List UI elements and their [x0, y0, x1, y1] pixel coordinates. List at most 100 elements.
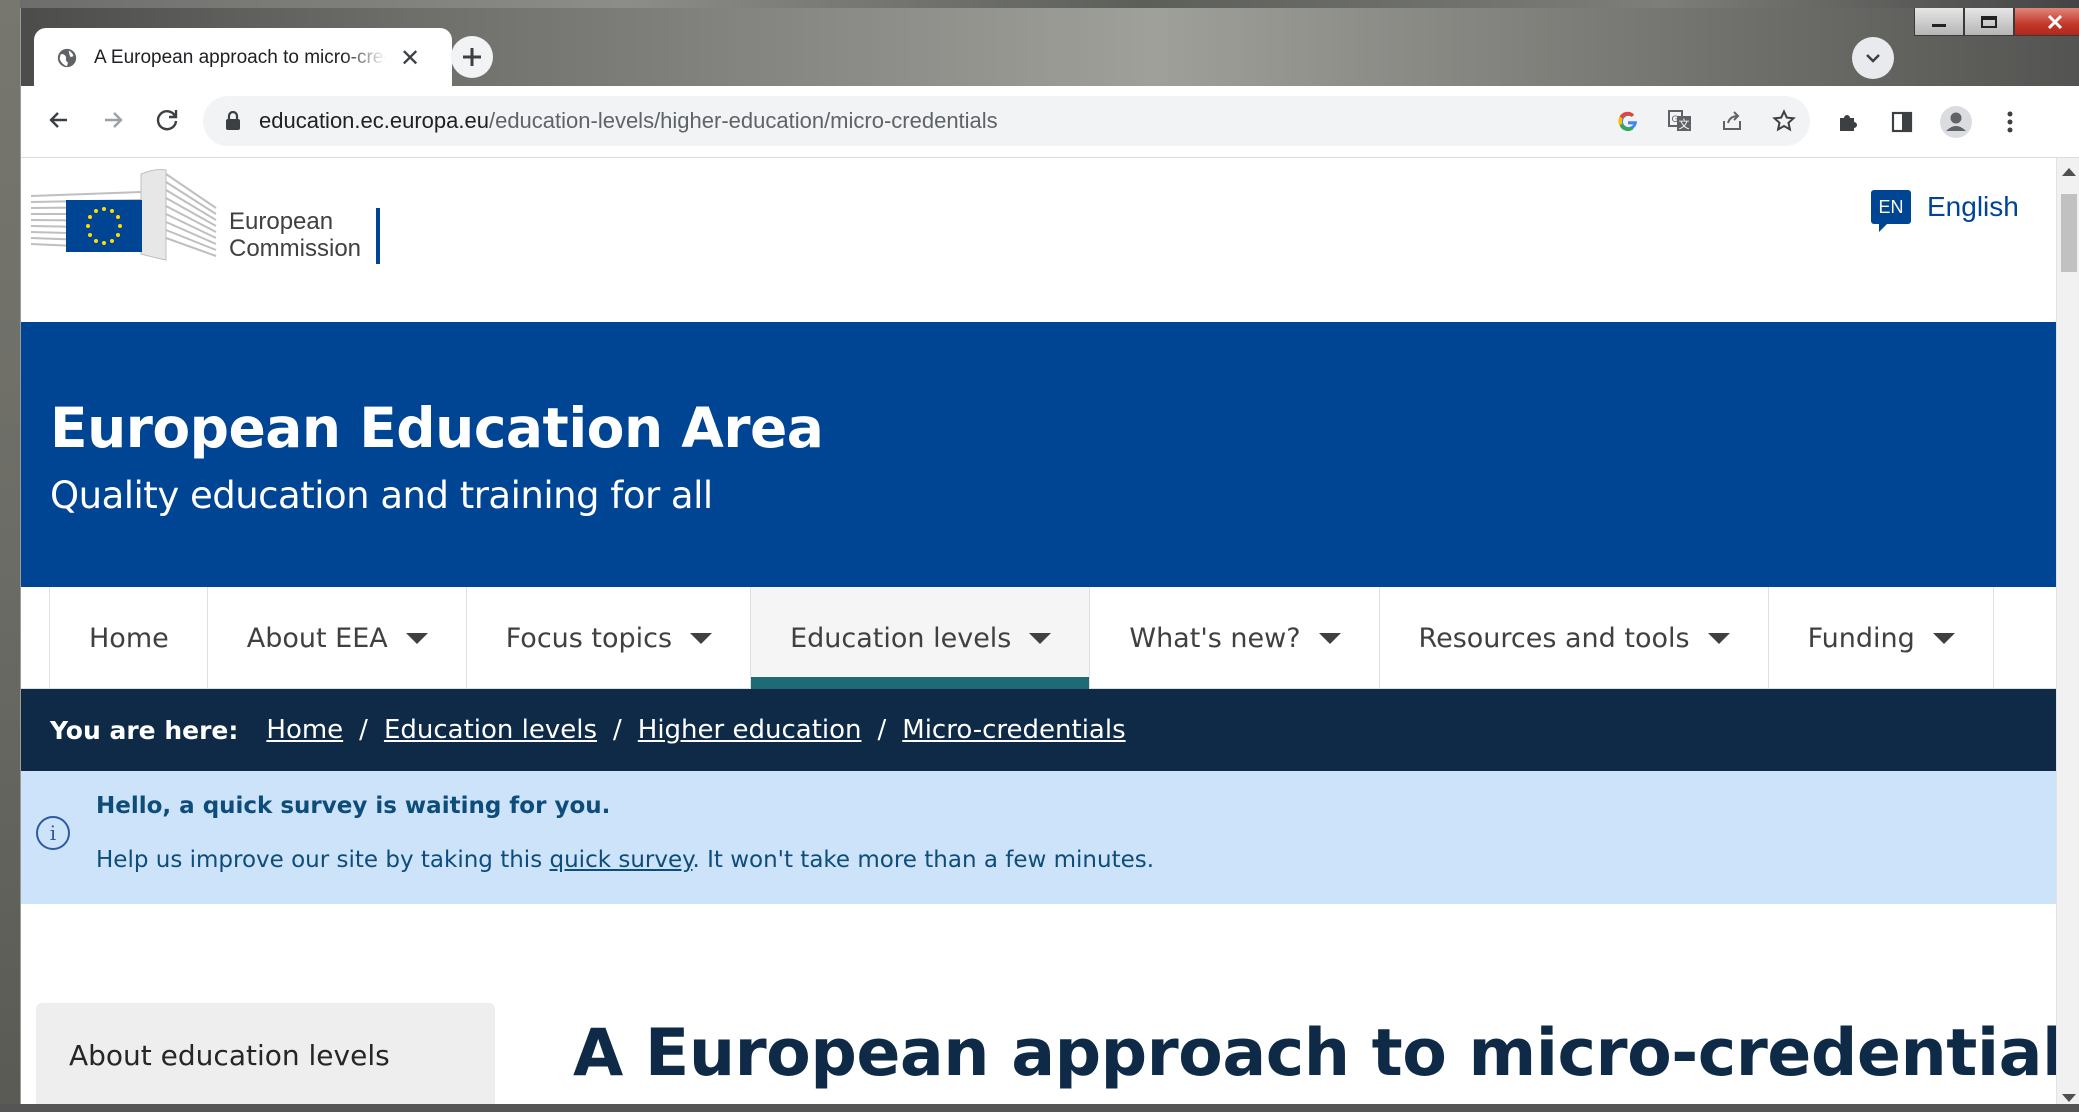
share-button[interactable]	[1706, 96, 1758, 146]
ec-logo-text: European Commission	[229, 208, 361, 262]
language-label: English	[1927, 191, 2019, 222]
breadcrumb: You are here: Home / Education levels / …	[21, 689, 2056, 771]
menu-item-focus-topics[interactable]: Focus topics	[467, 587, 752, 689]
share-icon	[1723, 111, 1741, 130]
reload-icon	[156, 110, 178, 131]
main-menu-items: Home About EEA Focus topics Education le…	[49, 587, 1994, 689]
lock-icon	[226, 111, 240, 130]
breadcrumb-label: You are here:	[50, 715, 239, 745]
google-lens-button[interactable]	[1602, 96, 1654, 146]
menu-item-label: Funding	[1807, 622, 1915, 654]
browser-window: A European approach to micro-credentials…	[20, 8, 2079, 1112]
logo-divider	[376, 208, 380, 264]
sidebar-nav: About education levels	[36, 1003, 495, 1112]
star-icon	[1772, 109, 1796, 132]
page-viewport: European Commission EN English European …	[21, 158, 2056, 1112]
european-commission-logo[interactable]: European Commission	[31, 164, 411, 264]
menu-item-funding[interactable]: Funding	[1769, 587, 1994, 689]
chevron-down-icon	[1866, 54, 1880, 63]
site-header: European Commission EN English	[21, 158, 2056, 322]
menu-item-label: Resources and tools	[1418, 622, 1690, 654]
notice-text: Help us improve our site by taking this …	[96, 847, 1154, 873]
info-icon: i	[36, 816, 70, 850]
tab-strip: A European approach to micro-credentials…	[21, 8, 2079, 88]
menu-item-about-eea[interactable]: About EEA	[208, 587, 467, 689]
scroll-up-arrow-icon[interactable]	[2062, 168, 2076, 176]
address-bar[interactable]: education.ec.europa.eu/education-levels/…	[203, 96, 1810, 146]
menu-item-label: Home	[89, 622, 169, 654]
breadcrumb-link-micro-credentials[interactable]: Micro-credentials	[902, 715, 1125, 745]
desktop-background-left	[0, 0, 20, 1112]
sidebar-item-about-education-levels[interactable]: About education levels	[69, 1039, 390, 1072]
profile-button[interactable]	[1929, 100, 1983, 144]
close-tab-icon[interactable]: ✕	[400, 44, 420, 73]
caret-down-icon	[1029, 632, 1052, 644]
language-selector[interactable]: EN English	[1871, 190, 2019, 232]
breadcrumb-separator: /	[359, 715, 368, 745]
window-controls	[1914, 8, 2079, 42]
maximize-button[interactable]	[1964, 8, 2014, 36]
google-icon	[1618, 111, 1637, 132]
main-menu: Home About EEA Focus topics Education le…	[21, 587, 2056, 689]
menu-item-label: About EEA	[246, 622, 388, 654]
site-banner: European Education Area Quality educatio…	[21, 322, 2056, 587]
close-window-button[interactable]	[2014, 8, 2079, 36]
translate-button[interactable]: 文 G	[1654, 96, 1706, 146]
translate-icon: 文 G	[1668, 110, 1691, 131]
menu-item-label: Education levels	[790, 622, 1012, 654]
globe-icon	[57, 48, 77, 68]
arrow-left-icon	[49, 112, 67, 128]
forward-button[interactable]	[93, 100, 133, 140]
side-panel-button[interactable]	[1875, 100, 1929, 144]
window-bottom-edge	[0, 1104, 2079, 1112]
minimize-icon	[1932, 23, 1946, 27]
site-title[interactable]: European Education Area	[50, 396, 824, 460]
quick-survey-link[interactable]: quick survey	[550, 847, 693, 873]
url-text: education.ec.europa.eu/education-levels/…	[259, 108, 998, 134]
menu-item-label: What's new?	[1129, 622, 1301, 654]
extensions-button[interactable]	[1821, 100, 1875, 144]
plus-icon	[463, 48, 481, 66]
maximize-icon	[1981, 15, 1997, 28]
breadcrumb-link-home[interactable]: Home	[266, 715, 343, 745]
menu-button[interactable]	[1983, 100, 2037, 144]
new-tab-button[interactable]	[451, 36, 493, 78]
bookmark-button[interactable]	[1758, 96, 1810, 146]
notice-title: Hello, a quick survey is waiting for you…	[96, 793, 611, 819]
scrollbar-thumb[interactable]	[2061, 194, 2077, 272]
tab-search-button[interactable]	[1852, 37, 1894, 79]
tab-title: A European approach to micro-credentials	[94, 47, 386, 68]
caret-down-icon	[690, 632, 713, 644]
browser-tab[interactable]: A European approach to micro-credentials…	[34, 28, 452, 88]
scroll-down-arrow-icon[interactable]	[2062, 1094, 2076, 1102]
breadcrumb-link-education-levels[interactable]: Education levels	[384, 715, 597, 745]
svg-text:G: G	[1672, 115, 1679, 125]
browser-toolbar: education.ec.europa.eu/education-levels/…	[21, 86, 2079, 158]
menu-item-whats-new[interactable]: What's new?	[1090, 587, 1380, 689]
url-path: /education-levels/higher-education/micro…	[488, 108, 998, 133]
toolbar-actions	[1821, 100, 2037, 144]
svg-text:文: 文	[1679, 117, 1690, 131]
url-host: education.ec.europa.eu	[259, 108, 489, 133]
notice-text-before: Help us improve our site by taking this	[96, 847, 550, 873]
close-icon	[2047, 14, 2063, 29]
breadcrumb-link-higher-education[interactable]: Higher education	[638, 715, 862, 745]
menu-item-home[interactable]: Home	[50, 587, 208, 689]
page-title: A European approach to micro-credentials	[573, 1016, 2056, 1091]
logo-line-2: Commission	[229, 235, 362, 262]
kebab-menu-icon	[2007, 111, 2013, 133]
caret-down-icon	[405, 632, 428, 644]
site-subtitle: Quality education and training for all	[50, 474, 713, 517]
caret-down-icon	[1707, 632, 1730, 644]
reload-button[interactable]	[147, 100, 187, 140]
breadcrumb-separator: /	[613, 715, 622, 745]
caret-down-icon	[1932, 632, 1955, 644]
back-button[interactable]	[39, 100, 79, 140]
vertical-scrollbar[interactable]	[2056, 158, 2079, 1112]
menu-item-resources-and-tools[interactable]: Resources and tools	[1380, 587, 1769, 689]
caret-down-icon	[1318, 632, 1341, 644]
minimize-button[interactable]	[1914, 8, 1964, 36]
side-panel-icon	[1891, 111, 1913, 133]
avatar-icon	[1940, 106, 1972, 138]
menu-item-education-levels[interactable]: Education levels	[751, 587, 1091, 689]
